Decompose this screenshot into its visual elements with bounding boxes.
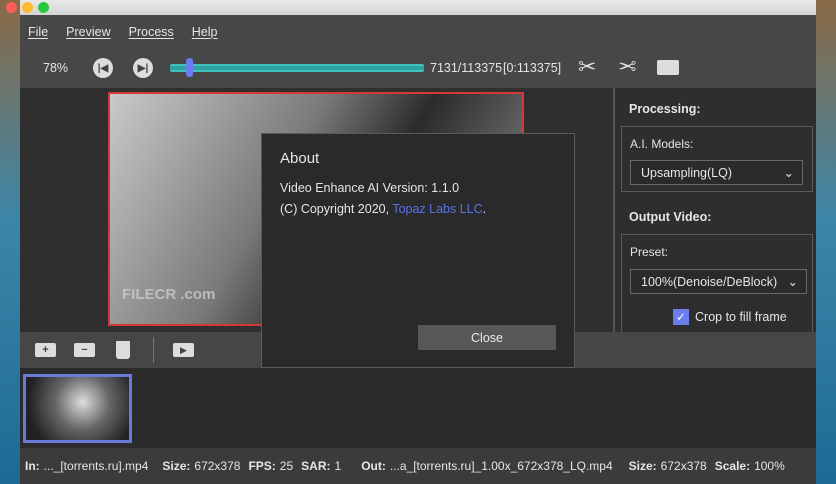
frame-counter: 7131/113375	[430, 61, 503, 75]
maximize-window-button[interactable]	[38, 2, 49, 13]
copyright-text: (C) Copyright 2020, Topaz Labs LLC.	[280, 202, 486, 216]
title-bar	[6, 0, 816, 15]
sar-value: 1	[334, 459, 342, 473]
previous-frame-button[interactable]: |◀	[93, 58, 113, 78]
preset-label: Preset:	[630, 245, 669, 259]
crop-checkbox[interactable]: ✓	[673, 309, 689, 325]
fps-label: FPS:	[248, 459, 276, 473]
watermark: FILECR .com	[122, 286, 216, 303]
processing-title: Processing:	[629, 102, 701, 116]
size-value: 672x378	[194, 459, 241, 473]
out-label: Out:	[361, 459, 386, 473]
minimize-window-button[interactable]	[22, 2, 33, 13]
copyright-suffix: .	[482, 202, 487, 216]
timeline-handle[interactable]	[186, 58, 193, 77]
menu-process[interactable]: Process	[129, 25, 174, 39]
out-size-value: 672x378	[660, 459, 707, 473]
output-video-group: Preset: 100%(Denoise/DeBlock) ⌄ ✓ Crop to…	[621, 234, 813, 334]
next-frame-button[interactable]: ▶|	[133, 58, 153, 78]
scale-label: Scale:	[714, 459, 751, 473]
in-value: ..._[torrents.ru].mp4	[43, 459, 149, 473]
out-value: ...a_[torrents.ru]_1.00x_672x378_LQ.mp4	[389, 459, 613, 473]
ai-model-value: Upsampling(LQ)	[641, 165, 733, 180]
version-text: Video Enhance AI Version: 1.1.0	[280, 181, 460, 195]
camera-preview-icon[interactable]	[657, 60, 679, 75]
scale-value: 100%	[754, 459, 785, 473]
zoom-level: 78%	[43, 61, 69, 75]
ai-models-group: A.I. Models: Upsampling(LQ) ⌄	[621, 126, 813, 192]
about-dialog: About Video Enhance AI Version: 1.1.0 (C…	[261, 133, 575, 368]
fps-value: 25	[279, 459, 294, 473]
close-button[interactable]: Close	[418, 325, 556, 350]
chevron-down-icon: ⌄	[787, 275, 798, 289]
sar-label: SAR:	[301, 459, 331, 473]
menu-file[interactable]: File	[28, 25, 48, 39]
toolbar-divider	[153, 337, 154, 363]
dialog-title: About	[280, 150, 320, 167]
skip-back-icon: |◀	[97, 62, 109, 74]
skip-forward-icon: ▶|	[137, 62, 149, 74]
timeline-slider[interactable]	[170, 64, 424, 72]
in-label: In:	[25, 459, 40, 473]
menu-bar: File Preview Process Help	[20, 15, 816, 48]
menu-preview[interactable]: Preview	[66, 25, 110, 39]
copyright-prefix: (C) Copyright 2020,	[280, 202, 393, 216]
preset-value: 100%(Denoise/DeBlock)	[641, 274, 778, 289]
checkmark-icon: ✓	[675, 310, 687, 324]
settings-panel: Processing: A.I. Models: Upsampling(LQ) ⌄…	[613, 88, 816, 334]
split-icon[interactable]: ✂	[618, 54, 636, 80]
process-video-icon[interactable]: ▶	[173, 343, 194, 357]
preset-select[interactable]: 100%(Denoise/DeBlock) ⌄	[630, 269, 807, 294]
close-window-button[interactable]	[6, 2, 17, 13]
remove-video-icon[interactable]: −	[74, 343, 95, 357]
out-size-label: Size:	[628, 459, 657, 473]
topaz-labs-link[interactable]: Topaz Labs LLC	[392, 202, 482, 216]
ai-models-label: A.I. Models:	[630, 137, 694, 151]
add-video-icon[interactable]: +	[35, 343, 56, 357]
output-video-title: Output Video:	[629, 210, 712, 224]
trash-icon[interactable]	[116, 341, 130, 359]
scissors-icon[interactable]: ✂	[578, 54, 596, 80]
frame-range: [0:113375]	[503, 61, 562, 75]
clip-thumbnail[interactable]	[23, 374, 132, 443]
ai-model-select[interactable]: Upsampling(LQ) ⌄	[630, 160, 803, 185]
menu-help[interactable]: Help	[192, 25, 218, 39]
crop-label: Crop to fill frame	[695, 310, 787, 324]
chevron-down-icon: ⌄	[783, 166, 794, 180]
status-bar: In: ..._[torrents.ru].mp4 Size: 672x378 FP…	[20, 448, 816, 484]
size-label: Size:	[162, 459, 191, 473]
clip-list	[20, 368, 816, 448]
